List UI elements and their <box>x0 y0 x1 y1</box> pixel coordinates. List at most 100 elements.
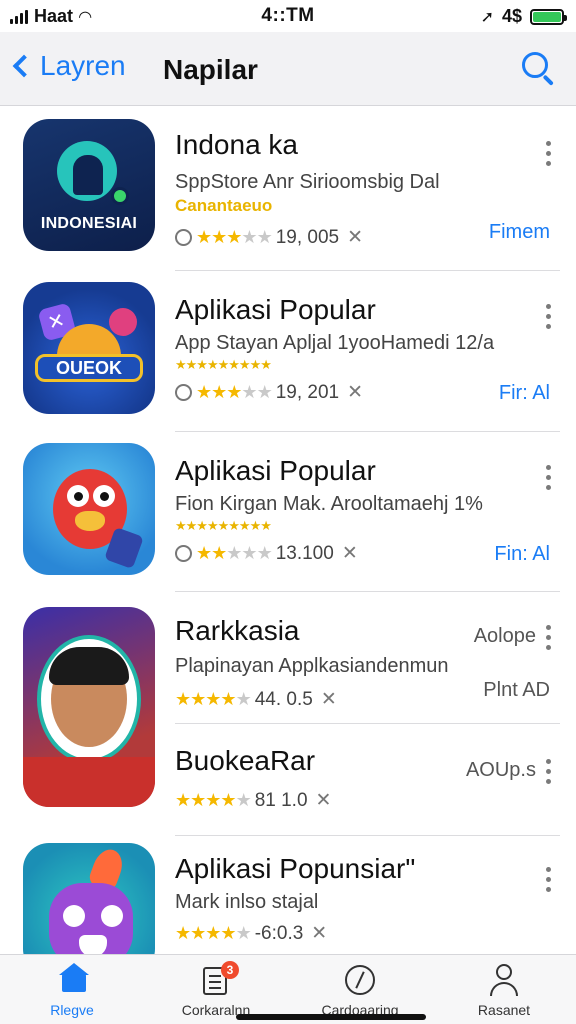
star-icon: ★ <box>175 923 191 943</box>
rating-row: ★★★★★ 19, 201 ✕ <box>175 381 506 404</box>
star-icon: ★ <box>175 790 191 810</box>
battery-icon <box>530 8 567 25</box>
star-icon: ★ <box>241 543 257 563</box>
more-options-button[interactable] <box>546 141 554 166</box>
rating-count: 13.100 <box>275 542 334 564</box>
more-options-button[interactable] <box>546 465 554 490</box>
star-icon: ★ <box>256 543 273 563</box>
star-icon: ★ <box>226 543 242 563</box>
chevron-left-icon <box>12 54 36 78</box>
game-app-icon[interactable]: OUEOK <box>23 282 155 414</box>
app-list[interactable]: INDONESIAI Indona ka SppStore Anr Sirioo… <box>0 107 576 954</box>
circle-icon <box>175 384 192 401</box>
more-options-button[interactable] <box>546 625 554 650</box>
rating-count: 19, 201 <box>275 381 340 403</box>
page-title: Napilar <box>163 54 258 85</box>
app-name: Aplikasi Popular <box>175 455 376 486</box>
star-icon: ★ <box>211 543 227 563</box>
get-button[interactable]: Plnt AD <box>483 679 550 702</box>
star-icon: ★ <box>220 689 236 709</box>
star-icon: ★ <box>235 689 252 709</box>
star-icon: ★ <box>235 790 252 810</box>
star-icon: ★ <box>196 543 212 563</box>
pet-app-icon[interactable] <box>23 843 155 954</box>
close-icon[interactable]: ✕ <box>311 922 327 945</box>
home-indicator[interactable] <box>236 1014 426 1020</box>
list-item[interactable]: BuokeaRar ★★★★★ 81 1.0 ✕ AOUp.s <box>0 743 576 833</box>
app-name: BuokeaRar <box>175 745 316 776</box>
star-icon: ★ <box>220 923 236 943</box>
star-rating: ★★★★★ <box>175 923 252 944</box>
tab-home[interactable]: Rlegve <box>0 955 144 1024</box>
app-subtitle: Mark inlso stajal <box>175 891 319 913</box>
star-icon: ★ <box>220 790 236 810</box>
bird-app-icon[interactable] <box>23 443 155 575</box>
close-icon[interactable]: ✕ <box>347 226 363 249</box>
close-icon[interactable]: ✕ <box>342 542 358 565</box>
more-options-button[interactable] <box>546 759 554 784</box>
star-icon: ★ <box>211 227 227 247</box>
app-subtitle: SppStore Anr Sirioomsbig Dal <box>175 171 440 193</box>
rating-row: ★★★★★ 13.100 ✕ <box>175 542 506 565</box>
get-button[interactable]: Fimem <box>489 221 550 244</box>
app-tag: Canantaeuo <box>175 196 273 215</box>
icon-wordmark: OUEOK <box>35 354 143 382</box>
list-item[interactable]: OUEOK Aplikasi Popular App Stayan Apljal… <box>0 282 576 422</box>
circle-icon <box>175 229 192 246</box>
divider <box>175 591 560 592</box>
divider <box>175 431 560 432</box>
close-icon[interactable]: ✕ <box>321 688 337 711</box>
document-icon: 3 <box>199 961 239 997</box>
star-icon: ★ <box>211 382 227 402</box>
star-icon: ★ <box>205 689 221 709</box>
close-icon[interactable]: ✕ <box>316 789 332 812</box>
star-rating: ★★★★★ <box>175 790 252 811</box>
star-icon: ★ <box>226 382 242 402</box>
rating-count: 19, 005 <box>275 226 340 248</box>
rating-count: -6:0.3 <box>254 922 304 944</box>
star-icon: ★ <box>196 227 212 247</box>
close-icon[interactable]: ✕ <box>347 381 363 404</box>
star-icon: ★ <box>190 923 206 943</box>
app-subtitle: Plapinayan Applkasiandenmun <box>175 655 449 677</box>
indonesia-app-icon[interactable]: INDONESIAI <box>23 119 155 251</box>
list-item[interactable]: Aplikasi Popunsiar" Mark inlso stajal ★★… <box>0 843 576 954</box>
get-button[interactable]: Fin: Al <box>494 543 550 566</box>
search-button[interactable] <box>520 50 556 86</box>
list-item[interactable]: Aplikasi Popular Fion Kirgan Mak. Aroolt… <box>0 443 576 583</box>
app-tag: ★★★★★★★★★ <box>175 518 272 533</box>
rating-row: ★★★★★ 44. 0.5 ✕ <box>175 688 506 711</box>
app-info: Aplikasi Popular Fion Kirgan Mak. Aroolt… <box>175 455 506 565</box>
app-name: Aplikasi Popular <box>175 294 376 325</box>
app-info: Aplikasi Popular App Stayan Apljal 1yooH… <box>175 294 506 404</box>
notification-badge: 3 <box>221 961 239 979</box>
more-options-button[interactable] <box>546 304 554 329</box>
app-subtitle: App Stayan Apljal 1yooHamedi 12/a <box>175 332 495 354</box>
back-button[interactable]: Layren <box>8 50 126 82</box>
star-icon: ★ <box>256 227 273 247</box>
star-rating: ★★★★★ <box>196 382 273 403</box>
star-icon: ★ <box>241 227 257 247</box>
star-icon: ★ <box>256 382 273 402</box>
price-button[interactable]: Aolope <box>474 625 536 648</box>
price-button[interactable]: AOUp.s <box>466 759 536 782</box>
tab-label: Rasanet <box>477 1002 531 1018</box>
status-bar: Haat ◠ 4::TM ➚ 4$ <box>0 0 576 32</box>
tab-label: Rlegve <box>50 1002 94 1018</box>
star-icon: ★ <box>190 790 206 810</box>
app-tag: ★★★★★★★★★ <box>175 357 272 372</box>
get-button[interactable]: Fir: Al <box>499 382 550 405</box>
circle-icon <box>175 545 192 562</box>
icon-wordmark: INDONESIAI <box>40 215 138 232</box>
tab-profile[interactable]: Rasanet <box>432 955 576 1024</box>
divider <box>175 835 560 836</box>
battery-label: 4$ <box>501 6 522 26</box>
rating-count: 44. 0.5 <box>254 688 313 710</box>
star-icon: ★ <box>196 382 212 402</box>
app-info: Rarkkasia Plapinayan Applkasiandenmun ★★… <box>175 615 506 711</box>
star-icon: ★ <box>235 923 252 943</box>
rating-row: ★★★★★ 81 1.0 ✕ <box>175 789 506 812</box>
star-icon: ★ <box>226 227 242 247</box>
more-options-button[interactable] <box>546 867 554 892</box>
list-item[interactable]: INDONESIAI Indona ka SppStore Anr Sirioo… <box>0 119 576 269</box>
